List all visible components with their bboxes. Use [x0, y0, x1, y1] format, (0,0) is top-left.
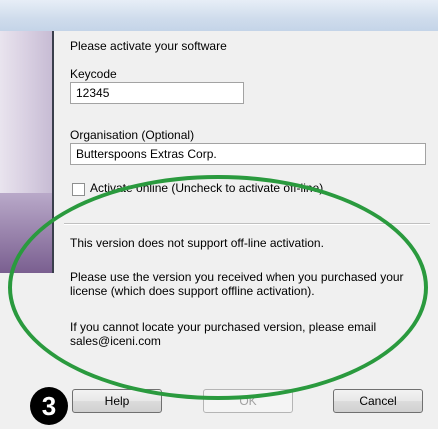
- cancel-button[interactable]: Cancel: [333, 389, 423, 413]
- side-banner-accent: [0, 193, 52, 273]
- side-banner: [0, 31, 52, 273]
- keycode-input[interactable]: 12345: [70, 82, 244, 104]
- message-no-offline: This version does not support off-line a…: [70, 236, 324, 250]
- window-titlebar: [0, 0, 438, 32]
- activate-online-checkbox[interactable]: [72, 183, 85, 196]
- keycode-label: Keycode: [70, 67, 117, 81]
- intro-text: Please activate your software: [70, 39, 227, 53]
- activate-online-label[interactable]: Activate online (Uncheck to activate off…: [90, 181, 323, 195]
- message-use-purchased: Please use the version you received when…: [70, 270, 404, 298]
- step-number-badge: 3: [30, 387, 68, 425]
- message-contact-email: If you cannot locate your purchased vers…: [70, 320, 377, 348]
- ok-button[interactable]: OK: [203, 389, 293, 413]
- organisation-input[interactable]: Butterspoons Extras Corp.: [70, 143, 426, 165]
- help-button[interactable]: Help: [72, 389, 162, 413]
- side-banner-border: [52, 31, 54, 273]
- separator: [64, 223, 430, 225]
- organisation-label: Organisation (Optional): [70, 128, 195, 142]
